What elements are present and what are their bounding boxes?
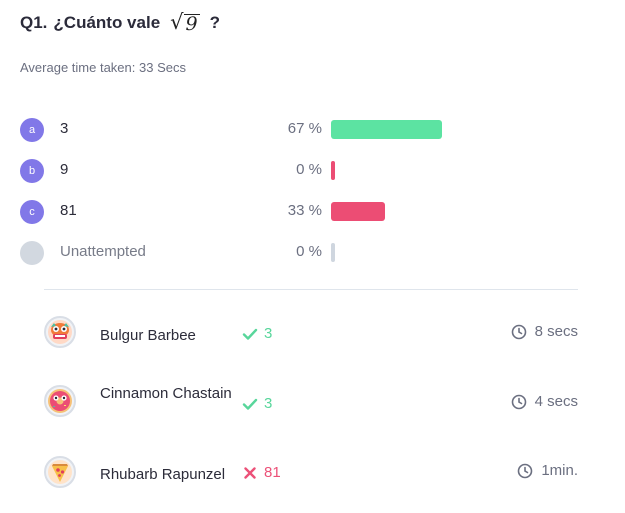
option-bar-track	[331, 161, 441, 180]
sqrt-radicand: 9	[183, 13, 200, 35]
option-row-b: b 9 0 %	[20, 158, 460, 199]
response-row[interactable]: Cinnamon Chastain 3 4 secs	[44, 383, 584, 431]
clock-icon	[518, 463, 533, 478]
option-bar	[331, 161, 335, 180]
sqrt-expression: √ 9	[170, 10, 200, 35]
clock-icon	[511, 394, 526, 409]
response-time-value: 1min.	[541, 462, 578, 479]
option-label: 81	[60, 202, 77, 219]
option-bar	[331, 202, 386, 221]
divider	[44, 289, 578, 290]
response-time-value: 4 secs	[534, 393, 578, 410]
clock-icon	[511, 324, 526, 339]
option-bar-track	[331, 202, 441, 221]
option-row-c: c 81 33 %	[20, 199, 460, 240]
option-percent: 67 %	[287, 120, 322, 137]
option-bar-track	[331, 243, 441, 262]
student-answer: 3	[242, 325, 272, 342]
answer-options: a 3 67 % b 9 0 % c 81 33 % Unattempted 0…	[20, 117, 460, 281]
student-answer: 3	[242, 395, 272, 412]
check-icon	[242, 398, 258, 410]
option-label: Unattempted	[60, 243, 146, 260]
student-answer-value: 81	[264, 464, 281, 481]
sqrt-icon: √	[170, 10, 184, 34]
response-time: 4 secs	[511, 393, 578, 410]
response-time: 8 secs	[511, 323, 578, 340]
student-answer-value: 3	[264, 395, 273, 412]
option-row-a: a 3 67 %	[20, 117, 460, 158]
option-percent: 33 %	[287, 202, 322, 219]
student-name: Cinnamon Chastain	[100, 385, 232, 402]
option-badge: b	[20, 159, 44, 183]
average-time: Average time taken: 33 Secs	[20, 60, 186, 75]
option-bar-track	[331, 120, 442, 139]
option-badge: a	[20, 118, 44, 142]
student-answer-value: 3	[264, 325, 273, 342]
question-text: ¿Cuánto vale	[53, 13, 161, 33]
response-row[interactable]: Bulgur Barbee 3 8 secs	[44, 314, 584, 354]
student-name: Rhubarb Rapunzel	[100, 466, 226, 483]
question-title: Q1. ¿Cuánto vale √ 9 ?	[20, 12, 220, 35]
option-row-unattempted: Unattempted 0 %	[20, 240, 460, 281]
option-percent: 0 %	[296, 243, 322, 260]
option-bar	[331, 243, 335, 262]
option-label: 9	[60, 161, 69, 178]
response-time: 1min.	[517, 462, 578, 479]
option-label: 3	[60, 120, 69, 137]
donut-avatar-icon	[44, 385, 76, 417]
check-icon	[242, 328, 258, 340]
student-answer: 81	[242, 464, 281, 481]
cross-icon	[244, 466, 256, 479]
option-percent: 0 %	[296, 161, 322, 178]
option-bar	[331, 120, 442, 139]
response-row[interactable]: Rhubarb Rapunzel 81 1min.	[44, 454, 584, 494]
question-number: Q1.	[20, 13, 48, 33]
pizza-avatar-icon	[44, 456, 76, 488]
option-badge: c	[20, 200, 44, 224]
monster-avatar-icon	[44, 316, 76, 348]
unattempted-badge	[20, 241, 44, 265]
response-time-value: 8 secs	[534, 323, 578, 340]
student-name: Bulgur Barbee	[100, 327, 196, 344]
question-mark: ?	[209, 13, 221, 33]
